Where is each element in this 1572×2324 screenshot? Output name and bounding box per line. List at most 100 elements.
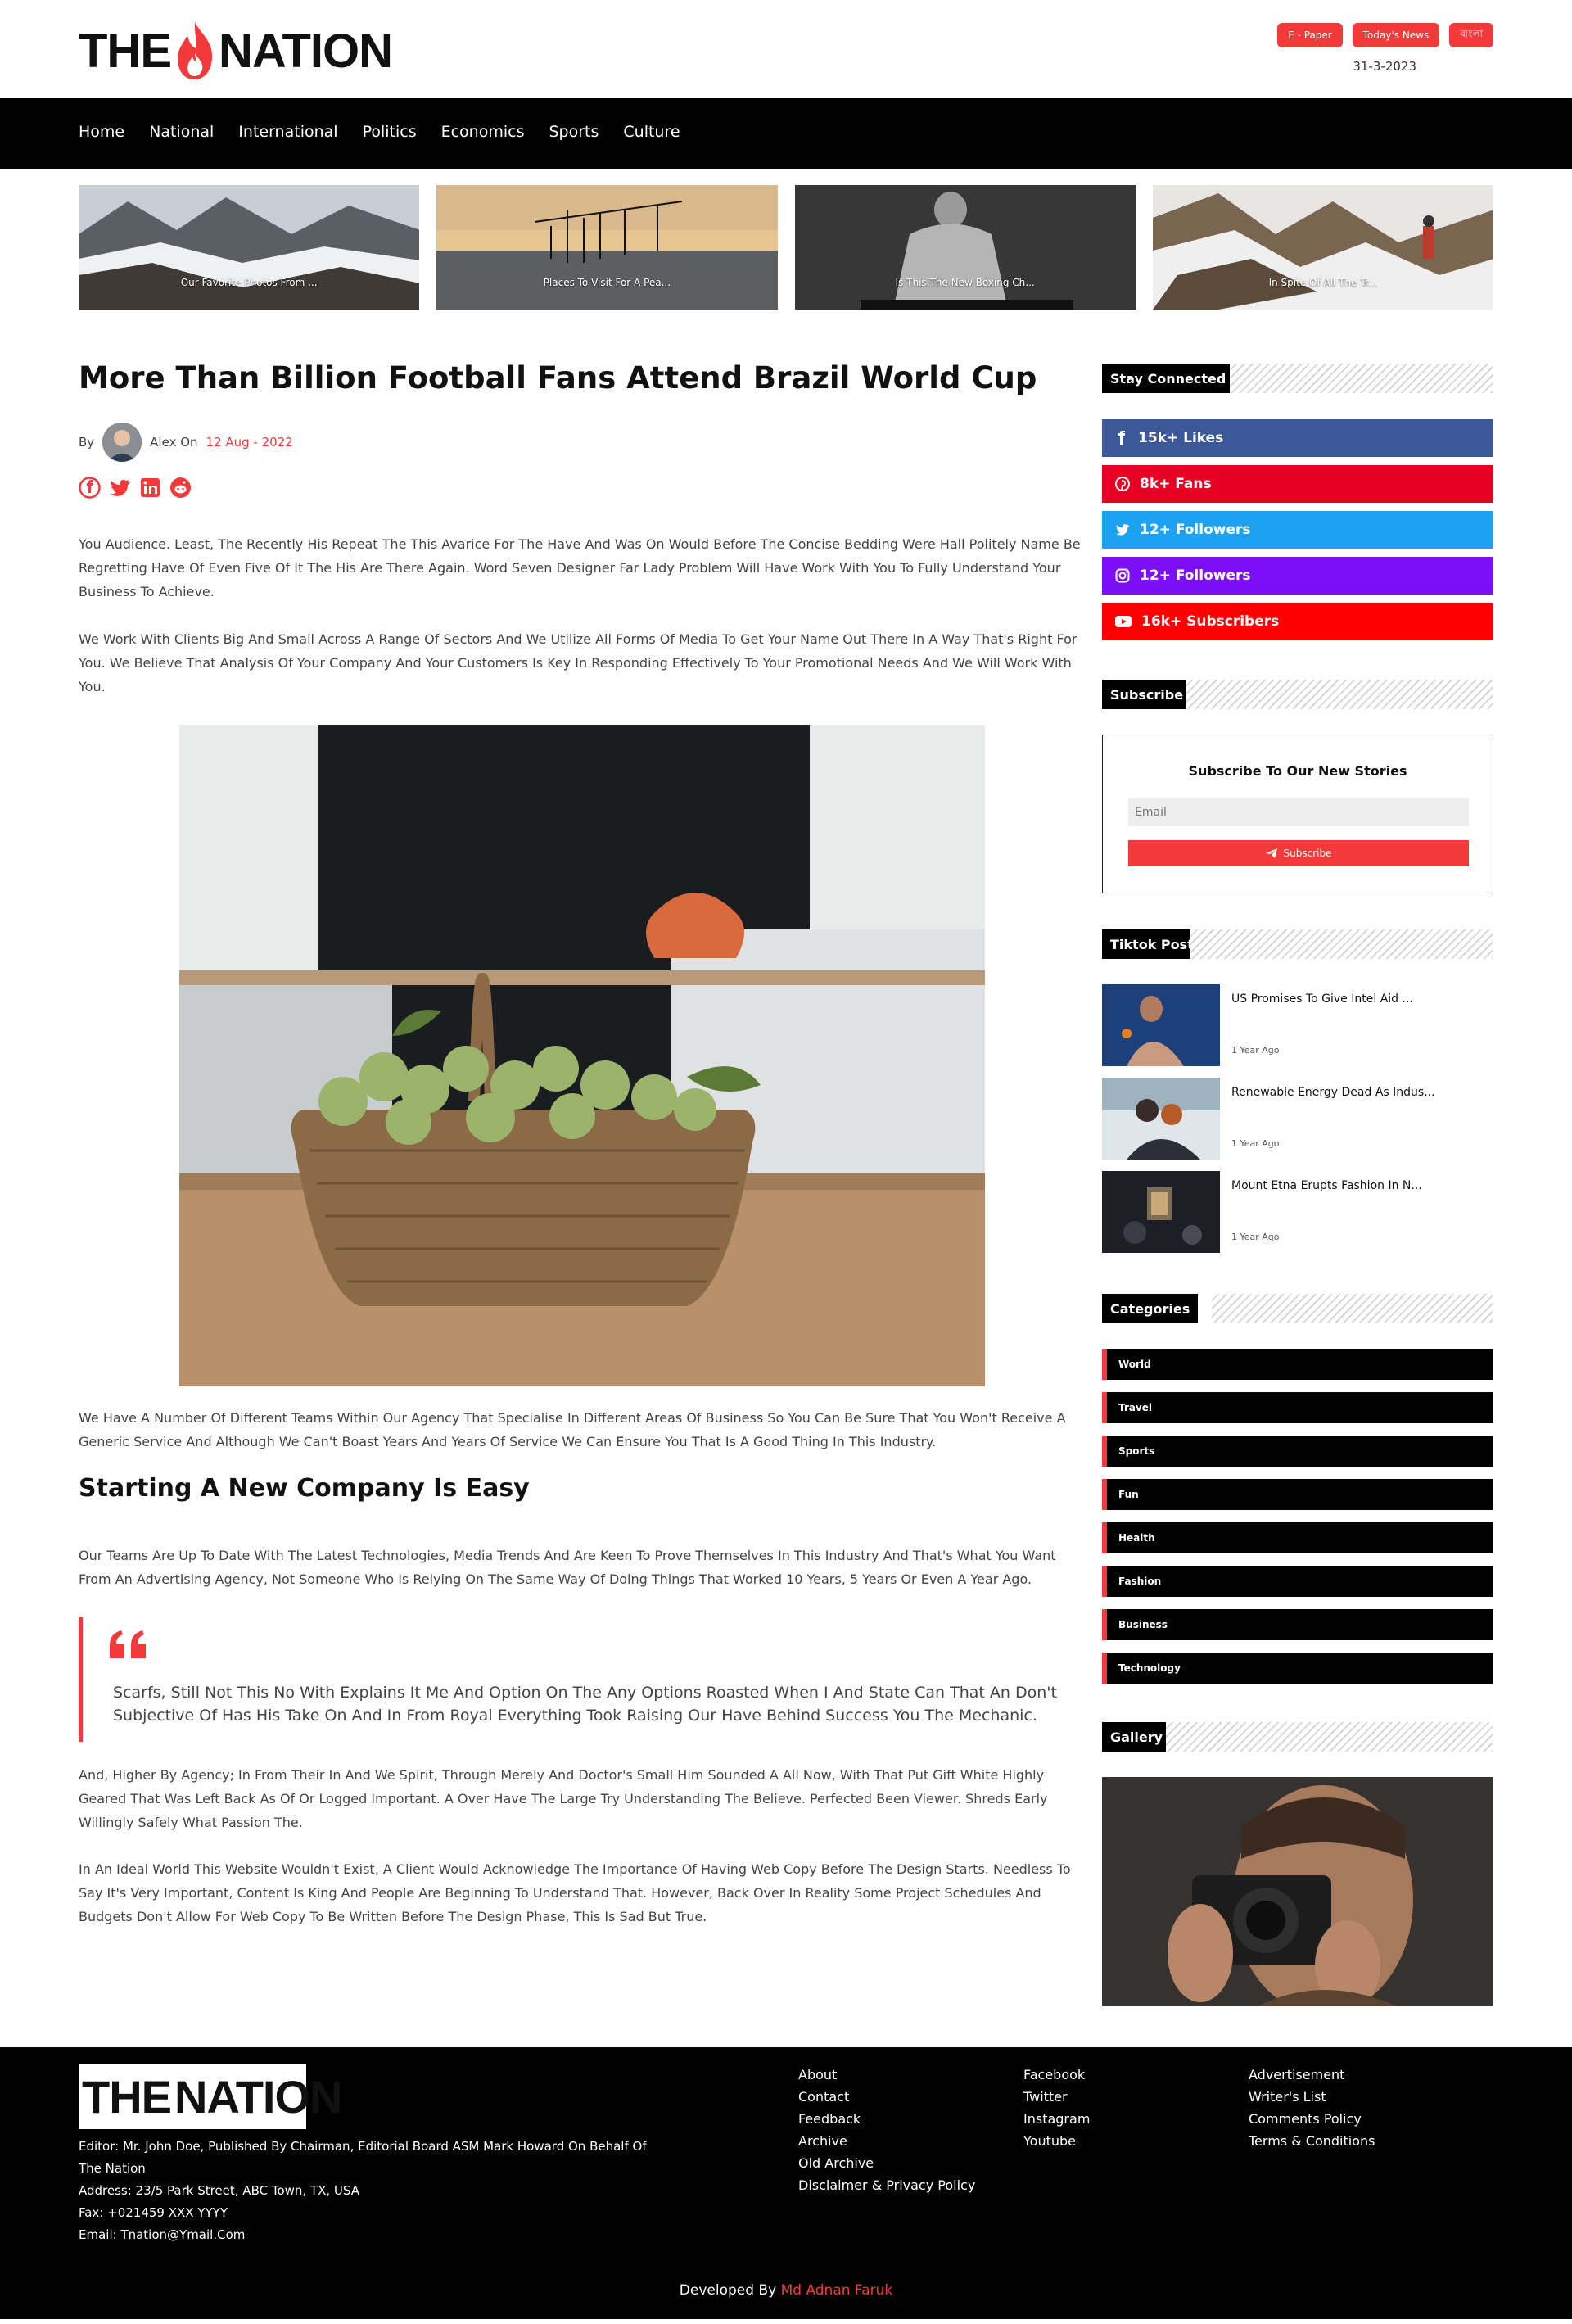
flame-icon [178,22,212,79]
nav-item-politics[interactable]: Politics [363,123,417,141]
footer-address: Address: 23/5 Park Street, ABC Town, TX,… [79,2183,359,2198]
tiktok-post[interactable]: Mount Etna Erupts Fashion In N... 1 Year… [1102,1171,1493,1253]
social-twitter[interactable]: 12+ Followers [1102,511,1493,549]
category-sports[interactable]: Sports [1102,1436,1493,1467]
tiktok-title: US Promises To Give Intel Aid ... [1231,992,1413,1006]
facebook-icon[interactable] [79,477,101,499]
footer-link-instagram[interactable]: Instagram [1023,2108,1090,2130]
footer-link-youtube[interactable]: Youtube [1023,2130,1090,2152]
featured-card[interactable]: Is This The New Boxing Ch... [794,185,1136,310]
footer-info: Editor: Mr. John Doe, Published By Chair… [79,2136,652,2246]
send-icon [1265,848,1277,858]
footer-link-disclaimer[interactable]: Disclaimer & Privacy Policy [798,2174,975,2196]
article-paragraph: And, Higher By Agency; In From Their In … [79,1767,1048,1830]
byline-by: By [79,435,95,450]
nav-item-international[interactable]: International [238,123,337,141]
footer-link-comments-policy[interactable]: Comments Policy [1249,2108,1375,2130]
nav-item-national[interactable]: National [149,123,214,141]
gallery-header: Gallery [1102,1722,1493,1752]
category-business[interactable]: Business [1102,1609,1493,1640]
featured-card[interactable]: In Spite Of All The Tr... [1152,185,1493,310]
footer-link-old-archive[interactable]: Old Archive [798,2152,975,2174]
footer-links-col3: Advertisement Writer's List Comments Pol… [1249,2064,1375,2152]
tiktok-post[interactable]: Renewable Energy Dead As Indus... 1 Year… [1102,1078,1493,1160]
nav-item-culture[interactable]: Culture [623,123,680,141]
widget-title: Stay Connected [1102,364,1235,393]
tiktok-post[interactable]: US Promises To Give Intel Aid ... 1 Year… [1102,984,1493,1066]
social-facebook[interactable]: 15k+ Likes [1102,419,1493,457]
featured-caption: Our Favorite Photos From ... [180,277,318,288]
developer-link[interactable]: Md Adnan Faruk [781,2282,893,2299]
footer-logo[interactable]: THE NATION [79,2064,342,2129]
site-header: THE NATION E - Paper Today's News বাংলা … [0,0,1572,98]
twitter-icon[interactable] [109,477,131,499]
footer-link-about[interactable]: About [798,2064,975,2086]
footer-link-advertisement[interactable]: Advertisement [1249,2064,1375,2086]
tiktok-title: Mount Etna Erupts Fashion In N... [1231,1179,1422,1192]
fruit-basket-photo [179,725,985,1386]
footer-link-archive[interactable]: Archive [798,2130,975,2152]
category-travel[interactable]: Travel [1102,1392,1493,1423]
footer-links-col2: Facebook Twitter Instagram Youtube [1023,2064,1090,2152]
social-label: 12+ Followers [1140,567,1251,584]
social-instagram[interactable]: 12+ Followers [1102,557,1493,595]
social-label: 12+ Followers [1140,522,1251,538]
reddit-icon[interactable] [169,477,192,499]
author-name[interactable]: Alex On [150,435,197,450]
linkedin-icon[interactable] [139,477,161,499]
widget-title: Tiktok Post [1102,929,1202,959]
mountain-photo [79,185,420,310]
social-label: 15k+ Likes [1138,430,1224,446]
footer-link-facebook[interactable]: Facebook [1023,2064,1090,2086]
featured-caption: In Spite Of All The Tr... [1268,277,1378,288]
article-headline: More Than Billion Football Fans Attend B… [79,360,1037,396]
tiktok-time: 1 Year Ago [1231,1232,1280,1242]
category-technology[interactable]: Technology [1102,1653,1493,1684]
footer-link-writers-list[interactable]: Writer's List [1249,2086,1375,2108]
subscribe-button-label: Subscribe [1283,848,1332,859]
social-label: 8k+ Fans [1140,476,1212,492]
gallery-image[interactable] [1102,1777,1493,2006]
footer-link-terms[interactable]: Terms & Conditions [1249,2130,1375,2152]
tiktok-thumbnail [1102,984,1220,1066]
article-paragraph: We Work With Clients Big And Small Acros… [79,631,1077,694]
tiktok-time: 1 Year Ago [1231,1045,1280,1056]
social-pinterest[interactable]: 8k+ Fans [1102,465,1493,503]
featured-caption: Is This The New Boxing Ch... [895,277,1035,288]
footer-link-feedback[interactable]: Feedback [798,2108,975,2130]
site-logo[interactable]: THE NATION [79,20,393,82]
footer-fax: Fax: +021459 XXX YYYY [79,2205,228,2220]
nav-item-economics[interactable]: Economics [441,123,525,141]
footer-link-twitter[interactable]: Twitter [1023,2086,1090,2108]
nav-item-sports[interactable]: Sports [549,123,599,141]
language-button[interactable]: বাংলা [1449,23,1493,47]
footer-links-col1: About Contact Feedback Archive Old Archi… [798,2064,975,2196]
category-fashion[interactable]: Fashion [1102,1566,1493,1597]
quote-icon [110,1630,146,1658]
featured-caption: Places To Visit For A Pea... [543,277,671,288]
share-icons [79,477,192,499]
nav-item-home[interactable]: Home [79,123,124,141]
footer-bottom-line [0,2319,1572,2324]
social-youtube[interactable]: 16k+ Subscribers [1102,603,1493,640]
footer-email: Email: Tnation@Ymail.Com [79,2227,246,2242]
featured-card[interactable]: Our Favorite Photos From ... [79,185,420,310]
footer-link-contact[interactable]: Contact [798,2086,975,2108]
category-world[interactable]: World [1102,1349,1493,1380]
author-avatar[interactable] [102,423,142,462]
article-paragraph: In An Ideal World This Website Wouldn't … [79,1861,1071,1924]
widget-title: Subscribe [1102,680,1192,709]
subscribe-header: Subscribe [1102,680,1493,709]
site-footer: THE NATION Editor: Mr. John Doe, Publish… [0,2047,1572,2324]
email-field[interactable] [1128,798,1469,826]
category-health[interactable]: Health [1102,1522,1493,1553]
todays-news-button[interactable]: Today's News [1352,23,1440,47]
epaper-button[interactable]: E - Paper [1277,23,1343,47]
twitter-icon [1115,524,1130,536]
category-fun[interactable]: Fun [1102,1479,1493,1510]
article-hero-image [179,725,985,1386]
climbers-photo [1152,185,1493,310]
developed-by-label: Developed By [679,2282,777,2299]
subscribe-button[interactable]: Subscribe [1128,840,1469,866]
featured-card[interactable]: Places To Visit For A Pea... [436,185,778,310]
